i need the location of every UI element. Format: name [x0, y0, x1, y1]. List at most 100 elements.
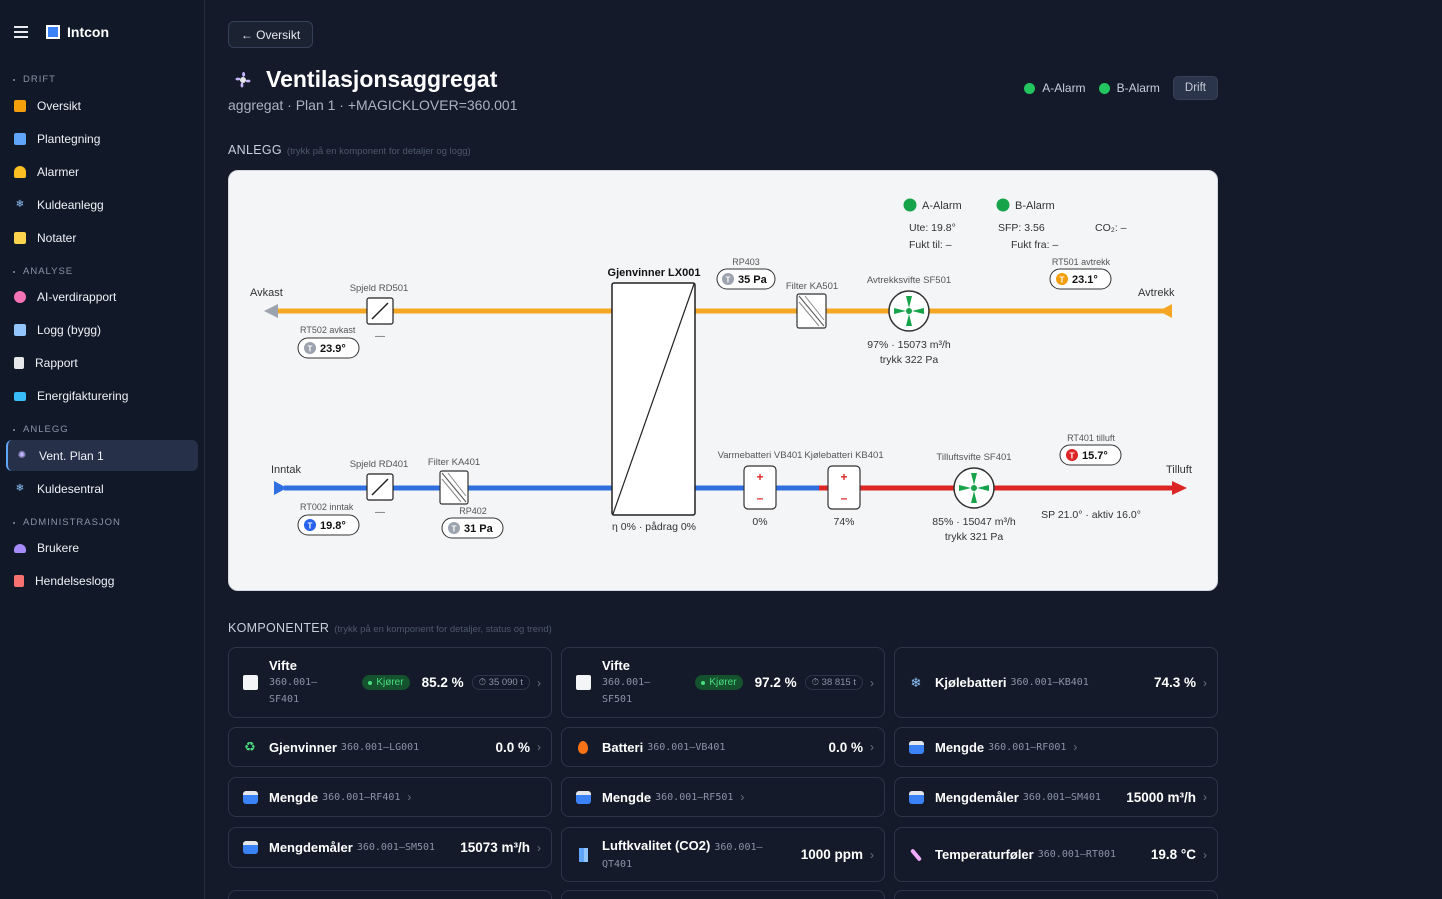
component-value: 1000 ppm [800, 847, 863, 862]
sensor-rt501[interactable]: RT501 avtrekk T 23.1° [1049, 257, 1112, 290]
inntak-label: Inntak [271, 464, 301, 476]
component-card-kb401[interactable]: ❄ Kjølebatteri 360.001–KB401 74.3 % › [894, 647, 1218, 718]
anlegg-heading: ANLEGG (trykk på en komponent for detalje… [228, 143, 471, 157]
component-card-lg001[interactable]: ♻ Gjenvinner 360.001–LG001 0.0 % › [228, 727, 552, 767]
component-card-fan-sf501[interactable]: Vifte 360.001– SF501 Kjører 97.2 % ⏱ 38 81… [561, 647, 885, 718]
component-name: Gjenvinner [269, 739, 337, 755]
avkast-arrow-icon [264, 304, 278, 318]
sidebar-item-kuldesentral[interactable]: ❄ Kuldesentral [6, 474, 198, 504]
komponenter-heading: KOMPONENTER (trykk på en komponent for de… [228, 621, 552, 635]
snowflake-icon: ❄ [15, 483, 25, 494]
building-icon [575, 847, 591, 863]
sensor-rt401[interactable]: RT401 tilluft T 15.7° [1059, 433, 1122, 466]
ventilation-schematic: A-Alarm B-Alarm Ute: 19.8° SFP: 3.56 CO₂… [228, 170, 1218, 591]
component-card-partial[interactable] [228, 890, 552, 899]
page-title: Ventilasjonsaggregat [232, 66, 497, 93]
drift-button[interactable]: Drift [1172, 76, 1218, 100]
component-value: 97.2 % [754, 675, 797, 690]
logo-icon [46, 25, 60, 39]
avtrekk-label: Avtrekk [1138, 287, 1175, 299]
component-value: 0.0 % [495, 739, 530, 755]
component-card-qt401[interactable]: Luftkvalitet (CO2) 360.001– QT401 1000 ppm… [561, 827, 885, 882]
sidebar-item-label: Notater [37, 231, 77, 245]
supply-fan-sf401[interactable]: Tilluftsvifte SF401 85% · 15047 m³/h try… [932, 452, 1016, 543]
component-card-sm401[interactable]: Mengdemåler 360.001–SM401 15000 m³/h › [894, 777, 1218, 817]
sidebar-item-brukere[interactable]: Brukere [6, 533, 198, 563]
sidebar-item-label: Oversikt [37, 99, 82, 113]
b-alarm-dot-icon [996, 198, 1010, 212]
component-name: Kjølebatteri [935, 675, 1007, 690]
component-card-rf501[interactable]: Mengde 360.001–RF501 › [561, 777, 885, 817]
sensor-rt002[interactable]: RT002 inntak T 19.8° [297, 502, 360, 536]
component-card-sm501[interactable]: Mengdemåler 360.001–SM501 15073 m³/h › [228, 827, 552, 868]
component-card-fan-sf401[interactable]: Vifte 360.001– SF401 Kjører 85.2 % ⏱ 35 09… [228, 647, 552, 718]
sidebar-item-kuldeanlegg[interactable]: ❄ Kuldeanlegg [6, 190, 198, 220]
svg-text:T: T [308, 522, 313, 531]
sidebar-item-label: AI-verdirapport [37, 290, 117, 304]
filter-ka401[interactable]: Filter KA401 [428, 457, 480, 505]
component-card-partial[interactable] [894, 890, 1218, 899]
note-icon [14, 232, 26, 244]
schematic-b-alarm: B-Alarm [1015, 200, 1055, 212]
snowflake-icon: ❄ [15, 199, 25, 210]
users-icon [14, 543, 26, 553]
sidebar-item-notater[interactable]: Notater [6, 223, 198, 253]
component-name: Luftkvalitet (CO2) [602, 837, 711, 853]
sidebar-item-label: Vent. Plan 1 [39, 448, 104, 463]
svg-text:T: T [452, 525, 457, 534]
component-card-vb401[interactable]: Batteri 360.001–VB401 0.0 % › [561, 727, 885, 767]
filter-ka401-label: Filter KA401 [428, 457, 480, 468]
component-card-rf001[interactable]: Mengde 360.001–RF001 › [894, 727, 1218, 767]
component-card-partial[interactable] [561, 890, 885, 899]
wave-icon [242, 789, 258, 805]
component-tag: 360.001– [269, 677, 318, 688]
svg-text:T: T [1060, 276, 1065, 285]
rt501-value: 23.1° [1072, 274, 1098, 286]
sidebar-item-hendelseslogg[interactable]: Hendelseslogg [6, 566, 198, 596]
fukt-til: Fukt til: – [909, 239, 952, 251]
sidebar-item-energifakturering[interactable]: Energifakturering [6, 381, 198, 411]
sidebar-item-label: Alarmer [37, 165, 80, 179]
sidebar-item-plantegning[interactable]: Plantegning [6, 124, 198, 154]
svg-text:+: + [756, 470, 763, 484]
menu-icon[interactable] [14, 26, 28, 38]
svg-text:–: – [757, 491, 764, 505]
damper-rd401-label: Spjeld RD401 [350, 459, 409, 470]
filter-ka501[interactable]: Filter KA501 [786, 281, 838, 329]
kb401-label: Kjølebatteri KB401 [804, 450, 883, 461]
sidebar-item-rapport[interactable]: Rapport [6, 348, 198, 378]
inntak-arrow-icon [274, 481, 287, 495]
runtime-badge: ⏱ 35 090 t [471, 675, 530, 690]
component-name: Batteri [602, 739, 644, 755]
heat-recovery-lx001[interactable]: Gjenvinner LX001 η 0% · pådrag 0% [608, 267, 701, 533]
brand: Intcon [14, 20, 109, 44]
sidebar-item-alarmer[interactable]: Alarmer [6, 157, 198, 187]
b-alarm-label: B-Alarm [1116, 81, 1160, 95]
exhaust-fan-sf501[interactable]: Avtrekksvifte SF501 97% · 15073 m³/h try… [867, 275, 951, 366]
sidebar-item-label: Rapport [35, 356, 78, 370]
component-card-rf401[interactable]: Mengde 360.001–RF401 › [228, 777, 552, 817]
status-badge: Kjører [695, 675, 743, 690]
sidebar-item-vent-plan-1[interactable]: ✺ Vent. Plan 1 [6, 440, 198, 471]
rt401-label: RT401 tilluft [1067, 433, 1115, 443]
svg-text:T: T [308, 345, 313, 354]
back-button[interactable]: ← Oversikt [228, 21, 313, 48]
component-name: Mengdemåler [935, 789, 1019, 805]
sensor-rt502[interactable]: RT502 avkast T 23.9° [297, 325, 360, 359]
sidebar-item-ai-verdirapport[interactable]: AI-verdirapport [6, 282, 198, 312]
sensor-rp403[interactable]: RP403 T 35 Pa [716, 257, 776, 290]
sidebar-item-logg[interactable]: Logg (bygg) [6, 315, 198, 345]
sidebar-item-oversikt[interactable]: Oversikt [6, 91, 198, 121]
co2-value: CO₂: – [1095, 222, 1127, 234]
component-tag: 360.001–KB401 [1010, 677, 1089, 688]
page-subtitle: aggregat · Plan 1 · +MAGICKLOVER=360.001 [228, 97, 518, 113]
page-title-text: Ventilasjonsaggregat [266, 66, 498, 92]
component-tag: 360.001–RF501 [655, 791, 734, 803]
avtrekk-arrow-icon [1159, 304, 1172, 318]
sensor-rp402[interactable]: RP402 T 31 Pa [441, 506, 504, 539]
svg-text:+: + [840, 470, 847, 484]
avkast-label: Avkast [250, 287, 283, 299]
sidebar-item-label: Kuldesentral [37, 482, 104, 496]
component-card-rt001[interactable]: Temperaturføler 360.001–RT001 19.8 °C › [894, 827, 1218, 882]
komponenter-hint: (trykk på en komponent for detaljer, sta… [334, 624, 552, 635]
